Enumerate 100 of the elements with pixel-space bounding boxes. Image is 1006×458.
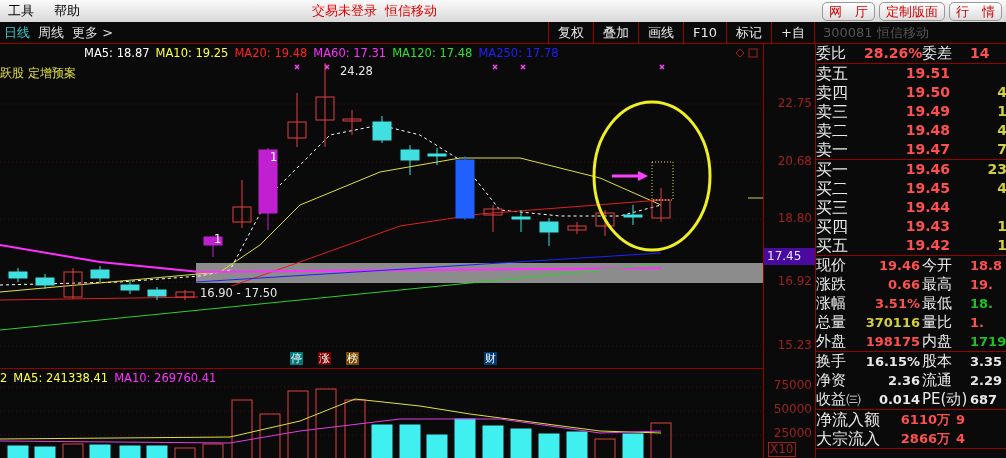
axis-label: 22.75 bbox=[777, 96, 812, 110]
top-button[interactable]: 行 情 bbox=[949, 1, 1002, 21]
diamond-icon bbox=[735, 48, 745, 58]
volume-bar bbox=[482, 425, 504, 458]
quote-value: 19.46 bbox=[877, 257, 921, 275]
menu-item[interactable]: 帮助 bbox=[46, 2, 92, 20]
quote-label: 收益㈢ bbox=[816, 390, 862, 409]
volume-bar bbox=[287, 390, 309, 458]
quote-value: 3.35 bbox=[969, 353, 1004, 371]
volume-bar bbox=[538, 433, 560, 458]
candlestick bbox=[595, 209, 615, 237]
candlestick bbox=[372, 115, 392, 144]
event-tag[interactable]: 涨 bbox=[318, 352, 331, 365]
ma-legend-text: MA5: 18.87 bbox=[84, 46, 150, 60]
axis-label: 15.23 bbox=[777, 338, 812, 352]
volume-bar bbox=[7, 445, 29, 458]
axis-label: 75000 bbox=[773, 378, 812, 392]
ma-legend-text: MA20: 19.48 bbox=[234, 46, 308, 60]
quote-label: 股本 bbox=[922, 352, 953, 371]
volume-bar bbox=[202, 443, 224, 458]
candlestick bbox=[287, 92, 307, 148]
quote-value: 1. bbox=[969, 314, 985, 332]
quote-label: 大宗流入 bbox=[816, 429, 881, 448]
candlestick bbox=[63, 267, 83, 300]
candlestick bbox=[455, 155, 475, 221]
status-text: 恒信移动 bbox=[385, 2, 437, 20]
volume-bar bbox=[371, 424, 393, 458]
quote-value: 4 bbox=[955, 430, 967, 448]
quote-label: 最高 bbox=[922, 275, 953, 294]
volume-bar bbox=[399, 424, 421, 458]
candlestick bbox=[483, 204, 503, 233]
toolbar-button[interactable]: F10 bbox=[683, 22, 727, 43]
order-price: 19.47 bbox=[904, 140, 950, 159]
axis-label: 18.80 bbox=[777, 211, 812, 225]
order-volume: 1 bbox=[996, 217, 1006, 236]
quote-label: 内盘 bbox=[922, 332, 953, 351]
price-level-line bbox=[747, 197, 763, 199]
order-price: 19.46 bbox=[904, 160, 950, 179]
order-label: 买三 bbox=[816, 198, 849, 217]
quote-label: 涨幅 bbox=[816, 294, 847, 313]
volume-bar bbox=[650, 422, 672, 458]
top-button[interactable]: 网 厅 bbox=[822, 1, 875, 21]
volume-bar bbox=[426, 434, 448, 458]
order-price: 19.43 bbox=[904, 217, 950, 236]
candlestick bbox=[623, 204, 643, 226]
order-label: 卖五 bbox=[816, 64, 849, 83]
period-tab[interactable]: 更多 > bbox=[68, 22, 118, 43]
quote-label: 净流入额 bbox=[816, 410, 881, 429]
order-label: 卖三 bbox=[816, 102, 849, 121]
quote-value: 6110万 bbox=[899, 411, 951, 429]
quote-value: 14 bbox=[969, 44, 991, 63]
volume-bar bbox=[259, 413, 281, 458]
quote-value: 2.29 bbox=[969, 372, 1004, 390]
quote-value: 0.014 bbox=[877, 391, 921, 409]
candlestick bbox=[342, 109, 362, 136]
order-volume: 4 bbox=[996, 179, 1006, 198]
quote-label: 流通 bbox=[922, 371, 953, 390]
quote-label: 最低 bbox=[922, 294, 953, 313]
volume-bar bbox=[89, 444, 111, 458]
quote-label: 外盘 bbox=[816, 332, 847, 351]
toolbar-button[interactable]: +自 bbox=[771, 22, 814, 43]
status-text: 交易未登录 bbox=[312, 2, 377, 20]
volume-bar bbox=[34, 446, 56, 458]
candlestick bbox=[567, 221, 587, 235]
dotted-frame bbox=[651, 161, 674, 201]
volume-bar bbox=[62, 443, 84, 458]
ma-legend-text: MA60: 17.31 bbox=[313, 46, 387, 60]
unit-label: X10 bbox=[768, 442, 796, 457]
event-tag[interactable]: 财 bbox=[484, 352, 497, 365]
axis-label: 16.92 bbox=[777, 274, 812, 288]
order-price: 19.51 bbox=[904, 64, 950, 83]
volume-bar bbox=[594, 438, 616, 458]
volume-bar bbox=[231, 399, 253, 458]
menu-item[interactable]: 工具 bbox=[0, 2, 46, 20]
period-tab[interactable]: 周线 bbox=[34, 22, 68, 43]
order-price: 19.49 bbox=[904, 102, 950, 121]
candlestick bbox=[175, 289, 195, 301]
price-tag: 17.45 bbox=[764, 248, 815, 265]
toolbar-button[interactable]: 复权 bbox=[548, 22, 594, 43]
toolbar-button[interactable]: 叠加 bbox=[593, 22, 639, 43]
quote-value: 198175 bbox=[864, 333, 921, 351]
volume-bar bbox=[119, 445, 141, 458]
event-tag[interactable]: 停 bbox=[290, 352, 303, 365]
event-tag[interactable]: 榜 bbox=[346, 352, 359, 365]
quote-label: 委比 bbox=[816, 44, 847, 63]
stock-title: 300081 恒信移动 bbox=[814, 22, 1006, 43]
order-volume: 1 bbox=[996, 102, 1006, 121]
quote-value: 28.26% bbox=[864, 44, 922, 63]
quote-label: 委差 bbox=[922, 44, 953, 63]
axis-label: 50000 bbox=[773, 402, 812, 416]
toolbar-button[interactable]: 画线 bbox=[638, 22, 684, 43]
concept-label: 跃股 定增预案 bbox=[0, 66, 76, 81]
top-button[interactable]: 定制版面 bbox=[879, 1, 945, 21]
toolbar-button[interactable]: 标记 bbox=[726, 22, 772, 43]
volume-bar bbox=[566, 431, 588, 458]
volume-bar bbox=[622, 433, 644, 458]
order-price: 19.50 bbox=[904, 83, 950, 102]
candlestick bbox=[147, 286, 167, 301]
period-tab[interactable]: 日线 bbox=[0, 22, 34, 43]
candlestick bbox=[539, 217, 559, 247]
